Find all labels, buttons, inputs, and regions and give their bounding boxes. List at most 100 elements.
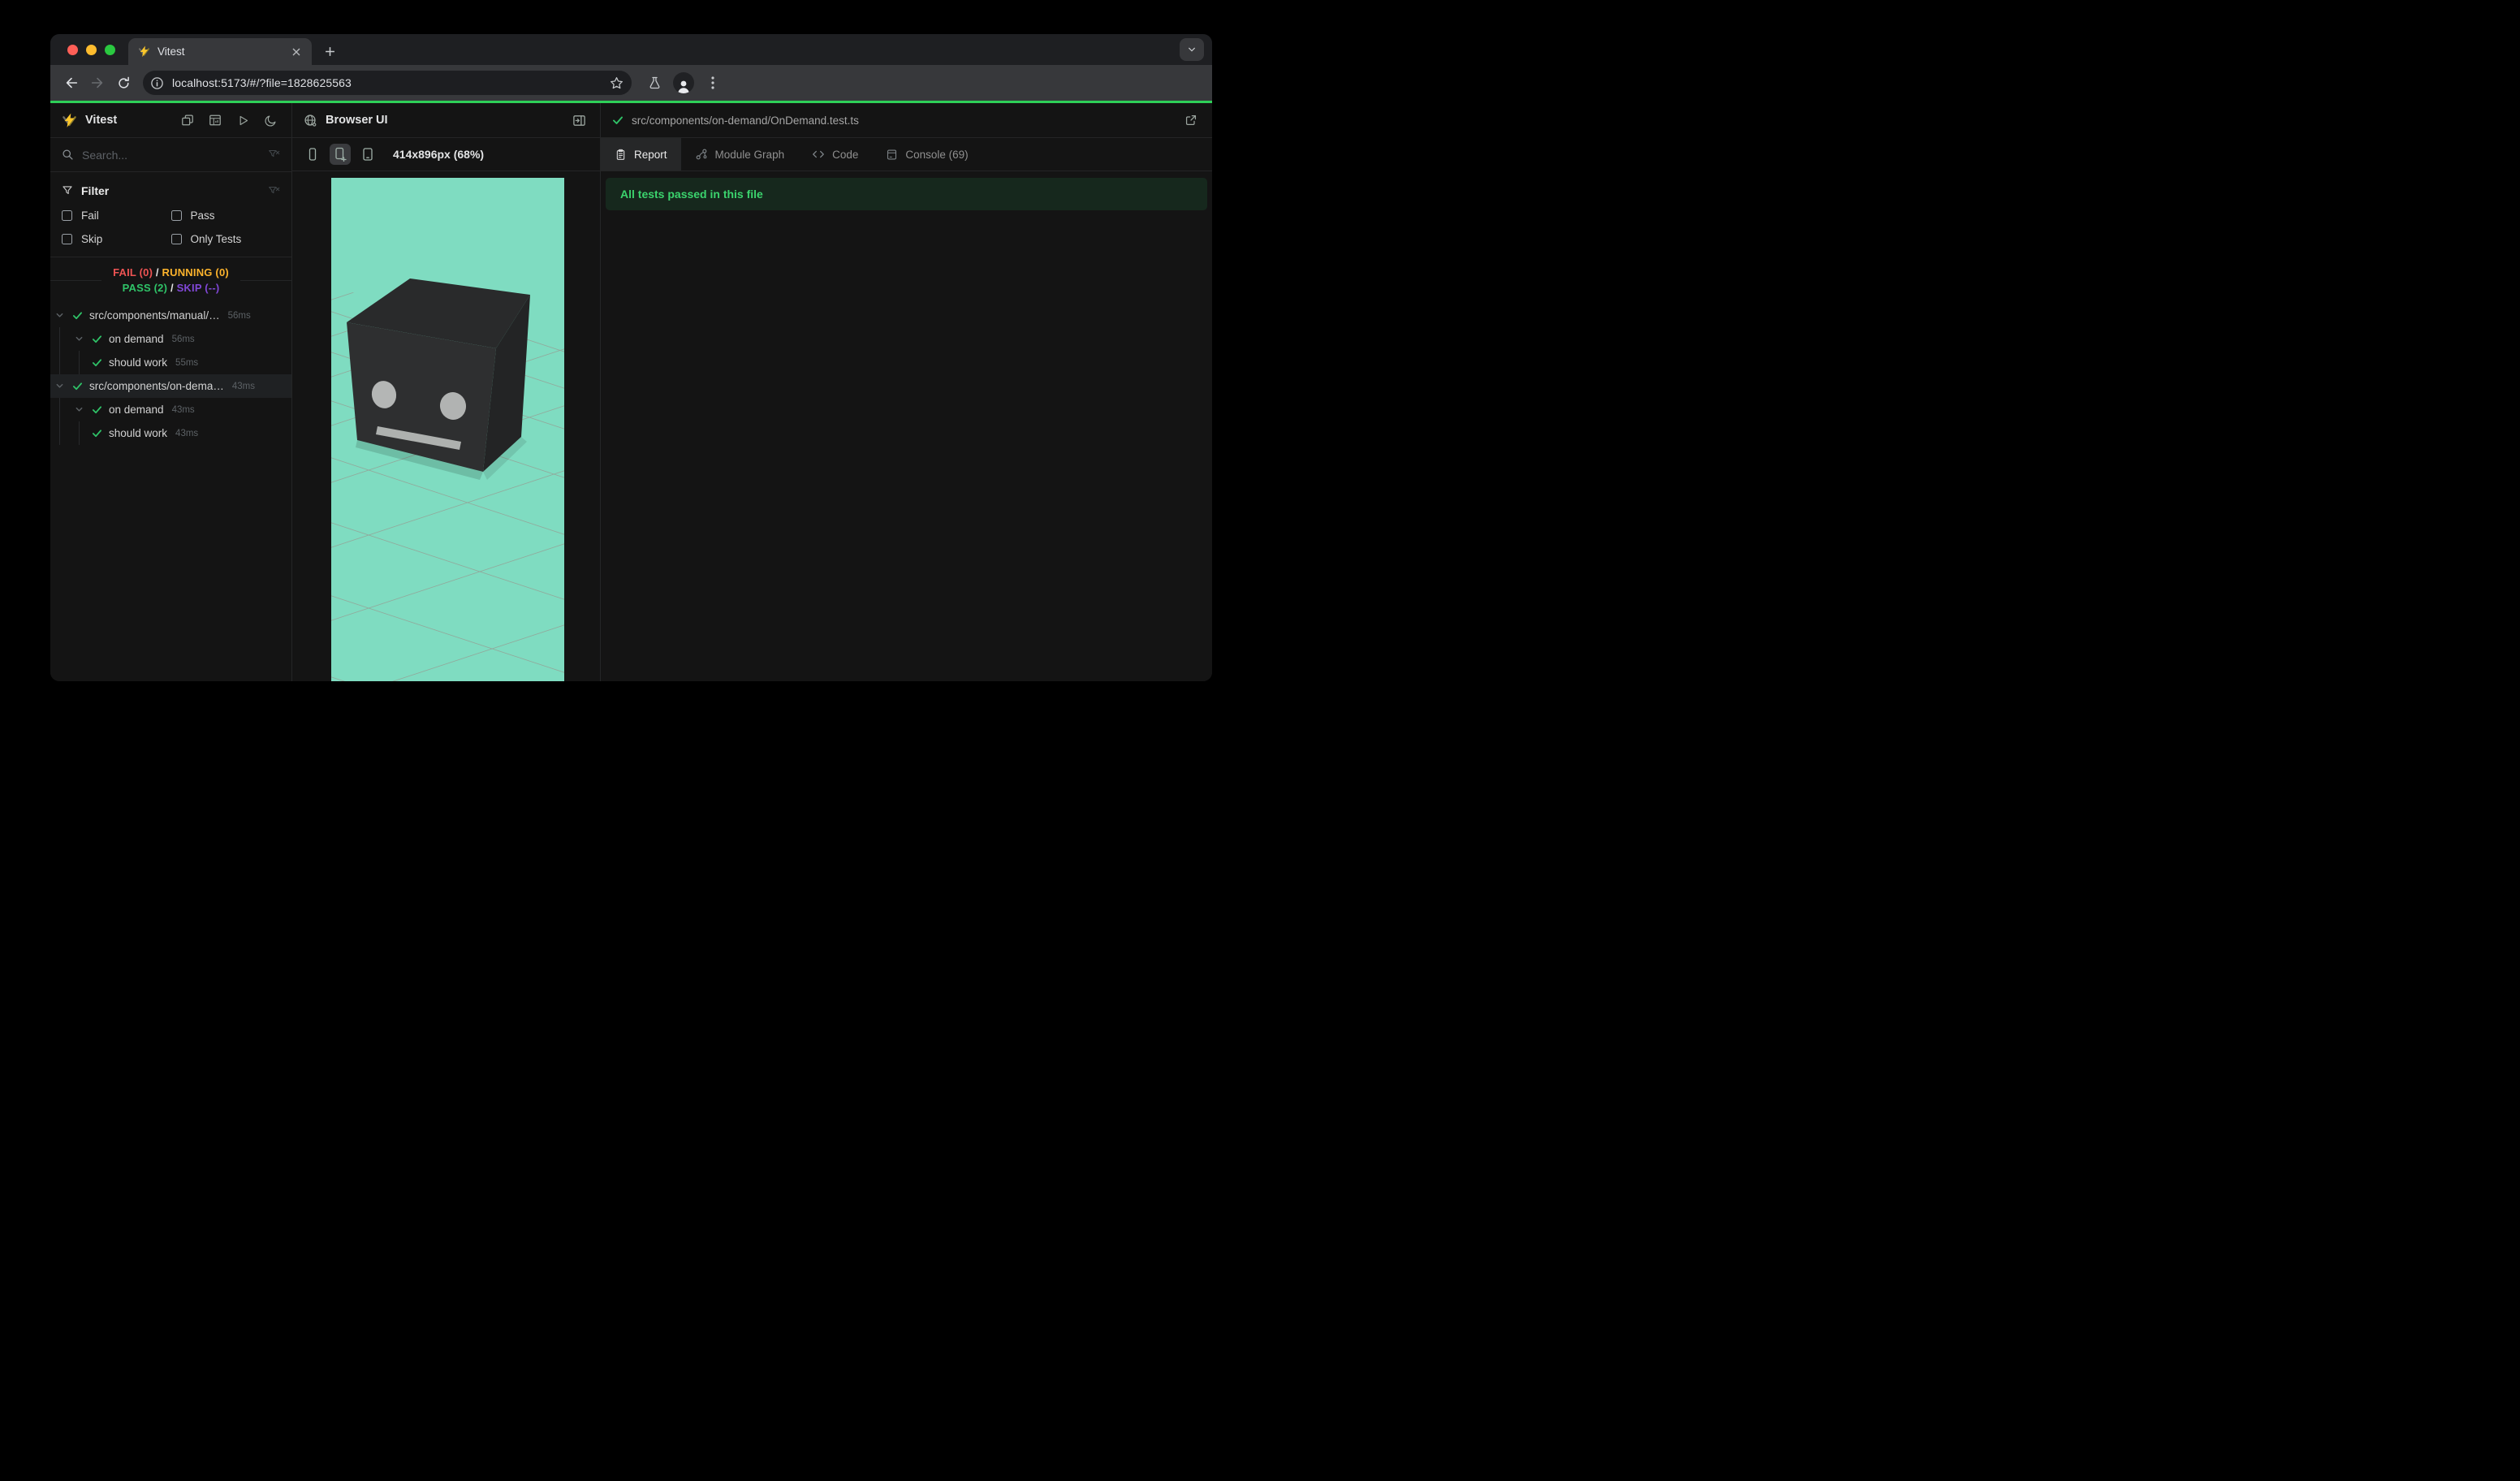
- filter-option-skip[interactable]: Skip: [62, 231, 171, 247]
- site-info-icon[interactable]: [147, 73, 166, 93]
- desktop: Vitest localhost:5173/#/?file=1828625563…: [0, 0, 1260, 740]
- test-duration: 56ms: [227, 310, 251, 321]
- check-icon: [91, 428, 102, 438]
- tab-label: Code: [832, 148, 859, 161]
- checkbox[interactable]: [62, 233, 72, 244]
- test-duration: 43ms: [175, 428, 199, 438]
- search-bar: [50, 138, 291, 172]
- tester-viewport[interactable]: [331, 178, 564, 681]
- test-tree-row[interactable]: on demand 43ms: [50, 398, 291, 421]
- menu-dots-icon[interactable]: [700, 70, 726, 96]
- window-controls: [50, 34, 128, 65]
- test-tree-row[interactable]: should work 43ms: [50, 421, 291, 445]
- filter-options: Fail Pass Skip Only Tests: [62, 207, 280, 247]
- vitest-logo-icon: [62, 113, 77, 128]
- test-label: should work: [109, 356, 168, 369]
- bookmark-star-icon[interactable]: [606, 72, 627, 93]
- console-icon: [886, 149, 898, 161]
- dark-mode-moon-icon[interactable]: [261, 110, 280, 130]
- tester-viewport-area: [292, 171, 600, 681]
- tab-close-icon[interactable]: [289, 45, 304, 59]
- tab-code[interactable]: Code: [798, 138, 872, 171]
- maximize-window-button[interactable]: [105, 44, 115, 55]
- back-icon[interactable]: [58, 70, 84, 96]
- all-tests-passed-banner: All tests passed in this file: [606, 178, 1207, 210]
- test-duration: 43ms: [171, 404, 195, 415]
- app-title: Vitest: [85, 114, 118, 127]
- chevron-down-icon[interactable]: [73, 335, 84, 343]
- report-panel: src/components/on-demand/OnDemand.test.t…: [601, 103, 1212, 681]
- chevron-down-icon[interactable]: [54, 311, 65, 320]
- clear-filter-icon[interactable]: [268, 185, 280, 197]
- forward-icon[interactable]: [84, 70, 110, 96]
- test-tree-row[interactable]: src/components/manual/… 56ms: [50, 304, 291, 327]
- vitest-ui: Vitest Search... Filter Fail Pass Skip O…: [50, 103, 1212, 681]
- funnel-icon: [62, 185, 73, 196]
- check-icon: [71, 310, 83, 321]
- browser-ui-title: Browser UI: [326, 114, 388, 127]
- dashboard-icon[interactable]: [205, 110, 225, 130]
- file-path: src/components/on-demand/OnDemand.test.t…: [632, 114, 859, 127]
- chevron-down-icon[interactable]: [73, 405, 84, 414]
- test-label: on demand: [109, 333, 164, 345]
- checkbox[interactable]: [170, 209, 182, 221]
- chevron-down-icon[interactable]: [54, 382, 65, 391]
- checkbox[interactable]: [170, 233, 182, 244]
- report-icon: [615, 149, 627, 161]
- new-tab-button[interactable]: [318, 40, 341, 63]
- search-input[interactable]: [82, 148, 260, 162]
- device-phone-small-icon[interactable]: [302, 144, 323, 165]
- filter-option-pass[interactable]: Pass: [170, 207, 281, 223]
- test-duration: 55ms: [175, 357, 199, 368]
- skip-count: SKIP (--): [176, 282, 220, 294]
- browser-toolbar: localhost:5173/#/?file=1828625563: [50, 65, 1212, 101]
- test-label: src/components/on-dema…: [89, 380, 224, 392]
- tab-report[interactable]: Report: [601, 138, 681, 171]
- tab-strip: Vitest: [50, 34, 1212, 65]
- file-header: src/components/on-demand/OnDemand.test.t…: [601, 103, 1212, 138]
- browser-tab[interactable]: Vitest: [128, 38, 312, 65]
- globe-icon: [304, 114, 317, 127]
- tab-module-graph[interactable]: Module Graph: [681, 138, 799, 171]
- device-phone-plus-icon[interactable]: [330, 144, 351, 165]
- collapse-panels-icon[interactable]: [178, 110, 197, 130]
- tab-search-button[interactable]: [1180, 38, 1204, 61]
- tab-label: Report: [634, 148, 667, 161]
- test-label: should work: [109, 427, 168, 439]
- filter-section: Filter Fail Pass Skip Only Tests: [50, 172, 291, 257]
- device-tablet-icon[interactable]: [357, 144, 378, 165]
- test-summary: FAIL (0) / RUNNING (0) PASS (2) / SKIP (…: [50, 257, 291, 302]
- report-tabs: Report Module Graph Code Console (69): [601, 138, 1212, 171]
- filter-option-only-tests[interactable]: Only Tests: [170, 231, 281, 247]
- browser-window: Vitest localhost:5173/#/?file=1828625563…: [50, 34, 1212, 681]
- check-icon: [91, 357, 102, 368]
- banner-text: All tests passed in this file: [620, 188, 763, 201]
- url-bar[interactable]: localhost:5173/#/?file=1828625563: [143, 71, 632, 95]
- filter-option-label: Only Tests: [190, 232, 242, 245]
- profile-avatar[interactable]: [673, 72, 694, 93]
- open-external-icon[interactable]: [1181, 110, 1201, 130]
- reload-icon[interactable]: [110, 70, 136, 96]
- clear-filter-icon[interactable]: [268, 149, 280, 161]
- check-icon: [91, 334, 102, 344]
- test-tree-row[interactable]: should work 55ms: [50, 351, 291, 374]
- graph-icon: [695, 148, 708, 161]
- experiments-flask-icon[interactable]: [641, 70, 667, 96]
- test-tree-row[interactable]: src/components/on-dema… 43ms: [50, 374, 291, 398]
- close-window-button[interactable]: [67, 44, 78, 55]
- run-all-play-icon[interactable]: [233, 110, 252, 130]
- browser-ui-panel: Browser UI 414x896px (68%): [292, 103, 601, 681]
- dock-panel-icon[interactable]: [569, 110, 589, 130]
- minimize-window-button[interactable]: [86, 44, 97, 55]
- checkbox[interactable]: [62, 209, 72, 221]
- url-text[interactable]: localhost:5173/#/?file=1828625563: [172, 76, 606, 89]
- sidebar-header: Vitest: [50, 103, 291, 138]
- check-icon: [612, 114, 624, 126]
- test-tree: src/components/manual/… 56ms on demand 56ms…: [50, 304, 291, 445]
- tab-label: Console (69): [905, 148, 969, 161]
- filter-option-fail[interactable]: Fail: [62, 207, 171, 223]
- tab-label: Module Graph: [714, 148, 785, 161]
- test-tree-row[interactable]: on demand 56ms: [50, 327, 291, 351]
- tab-console-69[interactable]: Console (69): [872, 138, 982, 171]
- sidebar: Vitest Search... Filter Fail Pass Skip O…: [50, 103, 292, 681]
